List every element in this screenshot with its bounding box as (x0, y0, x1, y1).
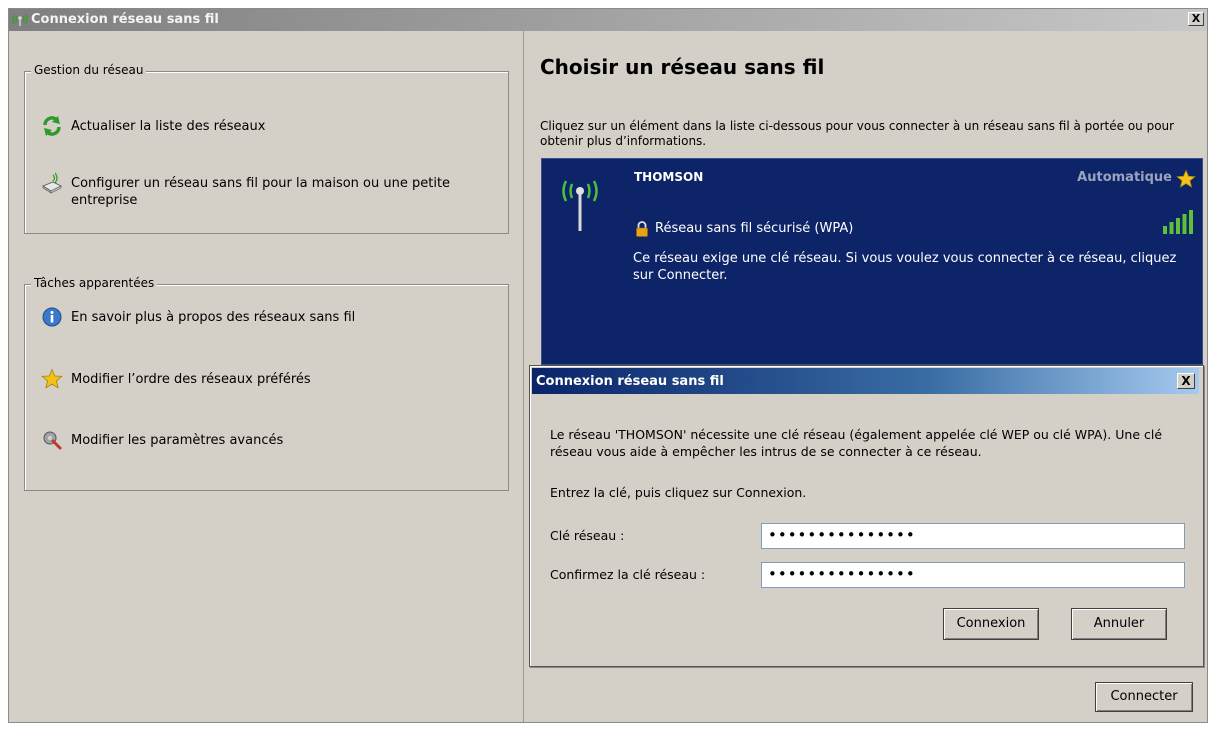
confirm-key-label: Confirmez la clé réseau : (550, 567, 706, 582)
page-title: Choisir un réseau sans fil (540, 55, 825, 79)
task-change-order[interactable]: Modifier l’ordre des réseaux préférés (41, 368, 311, 390)
network-tasks-group: Gestion du réseau Actualiser la liste de… (24, 63, 509, 234)
network-setup-icon (42, 172, 62, 194)
network-name: THOMSON (634, 170, 704, 184)
settings-icon (43, 431, 62, 450)
intro-text: Cliquez sur un élément dans la liste ci-… (540, 119, 1175, 148)
connect-button[interactable]: Connecter (1095, 682, 1193, 712)
network-key-dialog: Connexion réseau sans fil X Le réseau 'T… (529, 365, 1204, 667)
task-refresh-networks-label: Actualiser la liste des réseaux (71, 119, 266, 134)
task-learn-more[interactable]: En savoir plus à propos des réseaux sans… (41, 307, 356, 328)
network-mode: Automatique (1077, 170, 1172, 185)
antenna-icon (562, 180, 598, 231)
info-icon (42, 307, 62, 327)
dialog-titlebar[interactable]: Connexion réseau sans fil X (532, 368, 1199, 394)
network-security: Réseau sans fil sécurisé (WPA) (655, 221, 854, 236)
task-learn-more-label: En savoir plus à propos des réseaux sans… (71, 310, 356, 325)
network-tasks-legend: Gestion du réseau (31, 63, 147, 77)
task-change-order-label: Modifier l’ordre des réseaux préférés (71, 372, 311, 387)
dialog-cancel-button[interactable]: Annuler (1071, 608, 1167, 640)
task-advanced-settings-label: Modifier les paramètres avancés (71, 433, 284, 448)
related-tasks-legend: Tâches apparentées (31, 276, 158, 290)
dialog-title: Connexion réseau sans fil (536, 374, 724, 389)
lock-icon (636, 221, 648, 237)
task-advanced-settings[interactable]: Modifier les paramètres avancés (41, 431, 284, 451)
network-list-item[interactable]: THOMSON Automatique Réseau sans fil sécu… (541, 158, 1203, 365)
network-key-input[interactable]: ••••••••••••••• (761, 523, 1185, 549)
refresh-icon (43, 116, 61, 136)
related-tasks-group: Tâches apparentées En savoir plus à prop… (24, 276, 509, 491)
dialog-close-button[interactable]: X (1177, 373, 1195, 389)
window-titlebar[interactable]: Connexion réseau sans fil X (9, 9, 1207, 31)
network-key-label: Clé réseau : (550, 528, 625, 543)
left-task-pane: Gestion du réseau Actualiser la liste de… (9, 31, 524, 722)
star-icon (41, 368, 63, 389)
dialog-instruction: Entrez la clé, puis cliquez sur Connexio… (550, 485, 807, 500)
network-description: Ce réseau exige une clé réseau. Si vous … (633, 251, 1177, 283)
signal-strength-icon (1163, 210, 1193, 234)
task-setup-network[interactable]: Configurer un réseau sans fil pour la ma… (41, 172, 491, 209)
wireless-icon (12, 13, 28, 26)
dialog-connect-button[interactable]: Connexion (943, 608, 1039, 640)
dialog-message: Le réseau 'THOMSON' nécessite une clé ré… (550, 427, 1163, 459)
window-close-button[interactable]: X (1188, 12, 1204, 26)
preferred-star-icon (1176, 169, 1196, 188)
window-title: Connexion réseau sans fil (31, 12, 219, 27)
confirm-key-input[interactable]: ••••••••••••••• (761, 562, 1185, 588)
task-setup-network-label: Configurer un réseau sans fil pour la ma… (71, 176, 451, 208)
task-refresh-networks[interactable]: Actualiser la liste des réseaux (41, 116, 266, 137)
